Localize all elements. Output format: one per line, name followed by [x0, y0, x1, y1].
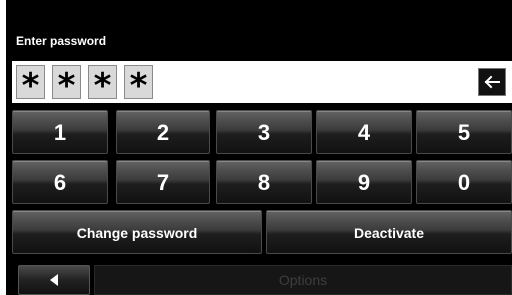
page-title: Enter password: [16, 34, 107, 48]
key-0[interactable]: 0: [416, 160, 512, 204]
key-2[interactable]: 2: [116, 110, 210, 154]
password-screen: Enter password * * * * 1 2 3 4 5 6 7 8 9…: [6, 0, 512, 295]
key-5[interactable]: 5: [416, 110, 512, 154]
password-field[interactable]: * * * *: [12, 61, 512, 106]
password-char: *: [52, 65, 81, 106]
change-password-button[interactable]: Change password: [12, 210, 262, 254]
deactivate-button[interactable]: Deactivate: [266, 210, 512, 254]
back-button[interactable]: [18, 265, 90, 295]
key-3[interactable]: 3: [216, 110, 312, 154]
password-char: *: [124, 65, 153, 106]
key-4[interactable]: 4: [316, 110, 412, 154]
left-arrow-backspace-icon: [484, 75, 500, 89]
key-8[interactable]: 8: [216, 160, 312, 204]
backspace-button[interactable]: [478, 68, 506, 96]
key-7[interactable]: 7: [116, 160, 210, 204]
triangle-left-back-icon: [50, 274, 58, 286]
password-char: *: [16, 65, 45, 106]
key-9[interactable]: 9: [316, 160, 412, 204]
options-button[interactable]: Options: [94, 265, 512, 295]
key-1[interactable]: 1: [12, 110, 108, 154]
password-char: *: [88, 65, 117, 106]
key-6[interactable]: 6: [12, 160, 108, 204]
